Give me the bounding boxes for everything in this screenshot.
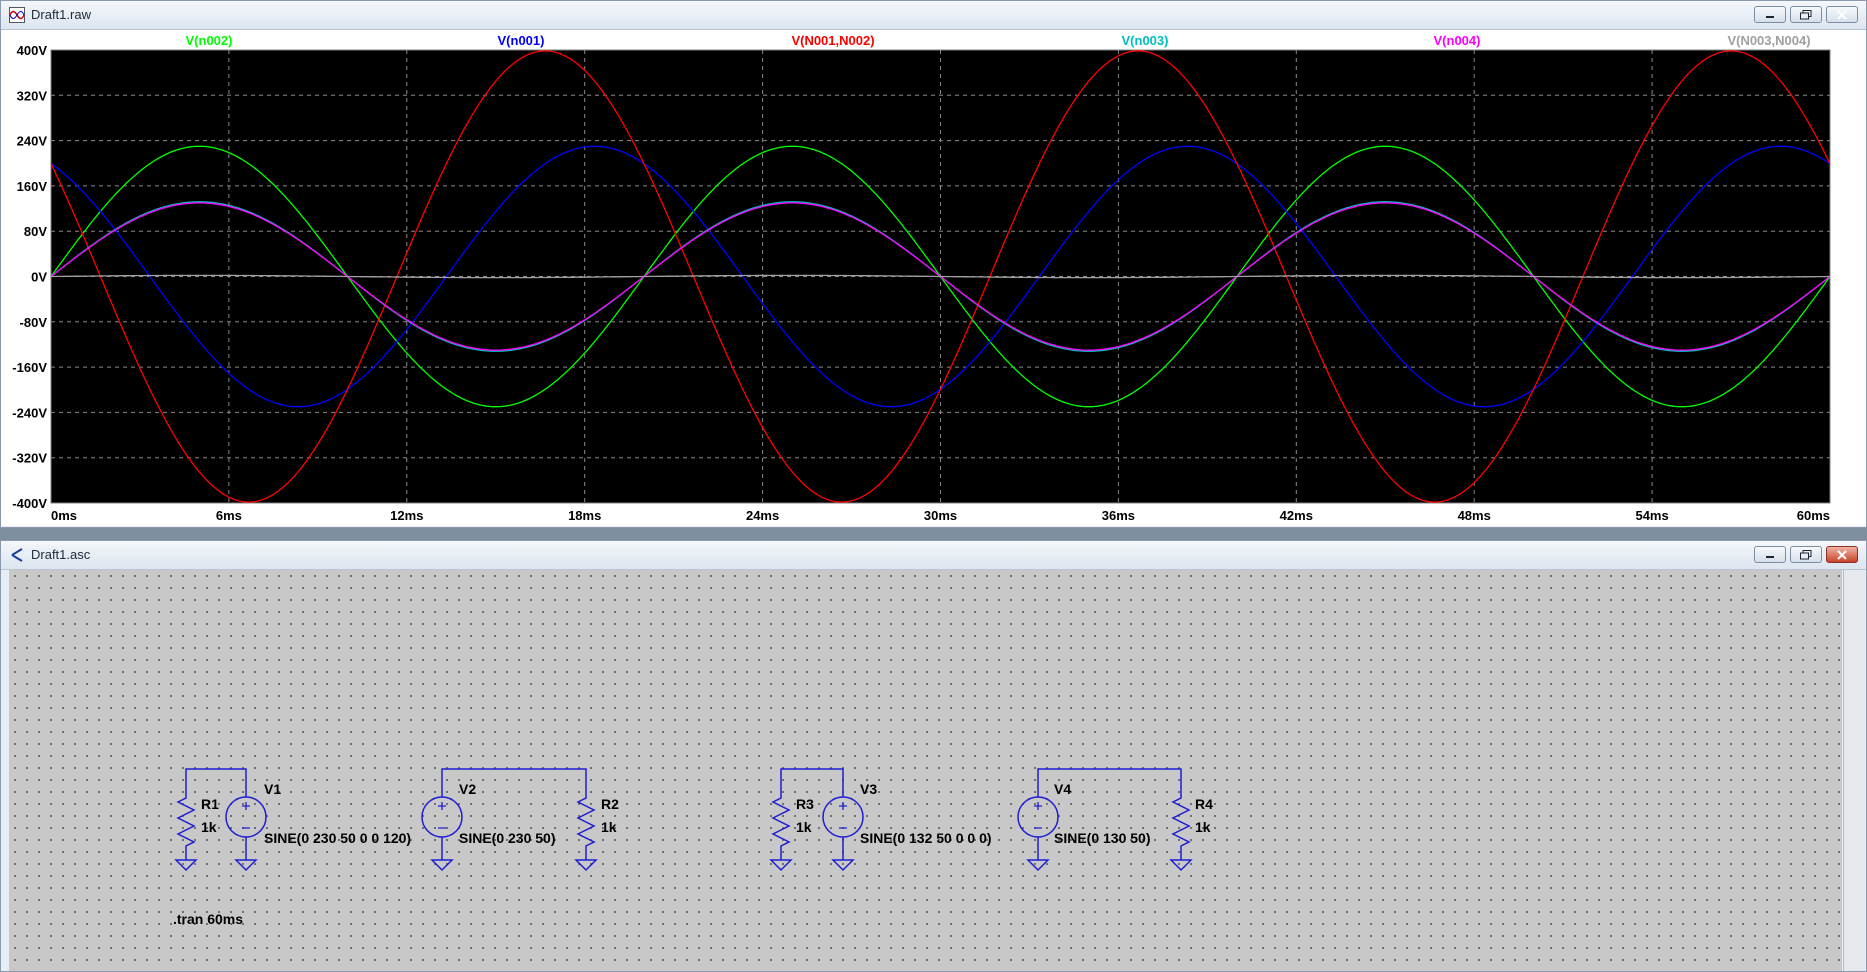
x-tick-label: 24ms <box>746 508 779 523</box>
waveform-window: Draft1.raw 0ms 6ms 12ms 18ms 24ms 30ms 36ms 42m… <box>0 0 1867 528</box>
component-value[interactable]: SINE(0 130 50) <box>1054 830 1151 846</box>
legend-label[interactable]: V(n003) <box>1122 33 1169 48</box>
x-tick-label: 0ms <box>51 508 77 523</box>
schematic-window: Draft1.asc R1 1k V1 SINE(0 230 50 0 0 12… <box>0 540 1867 972</box>
y-tick-label: -240V <box>12 405 47 420</box>
x-tick-label: 36ms <box>1102 508 1135 523</box>
restore-button[interactable] <box>1790 6 1822 23</box>
minimize-button[interactable] <box>1754 546 1786 563</box>
spice-directive[interactable]: .tran 60ms <box>173 911 243 927</box>
minimize-icon <box>1766 15 1774 18</box>
component-ref[interactable]: V1 <box>264 781 281 797</box>
legend-label[interactable]: V(N003,N004) <box>1727 33 1810 48</box>
circuit-group-3 <box>769 768 864 872</box>
close-icon <box>1837 549 1847 560</box>
x-tick-label: 48ms <box>1458 508 1491 523</box>
schematic-vertical-scrollbar[interactable] <box>1843 570 1866 971</box>
component-value[interactable]: 1k <box>201 819 217 835</box>
close-button[interactable] <box>1826 546 1858 563</box>
waveform-plot-area[interactable]: 0ms 6ms 12ms 18ms 24ms 30ms 36ms 42ms 48ms 54ms 60… <box>1 30 1866 526</box>
x-tick-label: 6ms <box>216 508 242 523</box>
x-tick-label: 30ms <box>924 508 957 523</box>
component-value[interactable]: 1k <box>601 819 617 835</box>
component-value[interactable]: 1k <box>1195 819 1211 835</box>
component-ref[interactable]: R3 <box>796 796 814 812</box>
circuit-group-4 <box>1017 768 1193 872</box>
legend-label[interactable]: V(n002) <box>186 33 233 48</box>
component-ref[interactable]: V2 <box>459 781 476 797</box>
circuit-group-1 <box>174 768 267 872</box>
component-ref[interactable]: V3 <box>860 781 877 797</box>
legend-label[interactable]: V(N001,N002) <box>791 33 874 48</box>
legend-label[interactable]: V(n001) <box>498 33 545 48</box>
y-tick-label: -320V <box>12 451 47 466</box>
component-ref[interactable]: R1 <box>201 796 219 812</box>
schematic-titlebar[interactable]: Draft1.asc <box>1 541 1866 570</box>
minimize-button[interactable] <box>1754 6 1786 23</box>
y-tick-label: -400V <box>12 496 47 511</box>
legend-label[interactable]: V(n004) <box>1434 33 1481 48</box>
y-tick-label: -160V <box>12 360 47 375</box>
y-tick-label: 400V <box>17 43 48 58</box>
x-tick-label: 42ms <box>1280 508 1313 523</box>
component-value[interactable]: SINE(0 230 50) <box>459 830 556 846</box>
close-icon <box>1837 9 1847 20</box>
minimize-icon <box>1766 555 1774 558</box>
y-tick-label: 320V <box>17 88 48 103</box>
waveform-window-title: Draft1.raw <box>31 7 91 22</box>
component-value[interactable]: SINE(0 230 50 0 0 120) <box>264 830 411 846</box>
x-tick-label: 18ms <box>568 508 601 523</box>
close-button[interactable] <box>1826 6 1858 23</box>
schematic-canvas[interactable]: R1 1k V1 SINE(0 230 50 0 0 120) V2 SINE(… <box>9 570 1842 971</box>
component-value[interactable]: SINE(0 132 50 0 0 0) <box>860 830 992 846</box>
circuit-group-2 <box>421 768 598 872</box>
waveform-window-icon <box>9 7 25 23</box>
component-value[interactable]: 1k <box>796 819 812 835</box>
y-tick-label: -80V <box>20 315 48 330</box>
y-tick-label: 240V <box>17 134 48 149</box>
component-ref[interactable]: R4 <box>1195 796 1213 812</box>
y-tick-label: 0V <box>31 270 47 285</box>
x-tick-label: 54ms <box>1635 508 1668 523</box>
y-tick-label: 160V <box>17 179 48 194</box>
schematic-drawing[interactable]: R1 1k V1 SINE(0 230 50 0 0 120) V2 SINE(… <box>9 570 1829 972</box>
schematic-window-title: Draft1.asc <box>31 547 91 562</box>
x-tick-label: 60ms <box>1797 508 1830 523</box>
component-ref[interactable]: R2 <box>601 796 619 812</box>
waveform-titlebar[interactable]: Draft1.raw <box>1 1 1866 30</box>
restore-icon <box>1800 9 1812 19</box>
component-ref[interactable]: V4 <box>1054 781 1071 797</box>
restore-icon <box>1800 549 1812 559</box>
x-tick-label: 12ms <box>390 508 423 523</box>
restore-button[interactable] <box>1790 546 1822 563</box>
schematic-window-icon <box>11 548 23 562</box>
waveform-chart[interactable]: 0ms 6ms 12ms 18ms 24ms 30ms 36ms 42ms 48ms 54ms 60… <box>1 30 1866 526</box>
y-tick-label: 80V <box>24 224 47 239</box>
